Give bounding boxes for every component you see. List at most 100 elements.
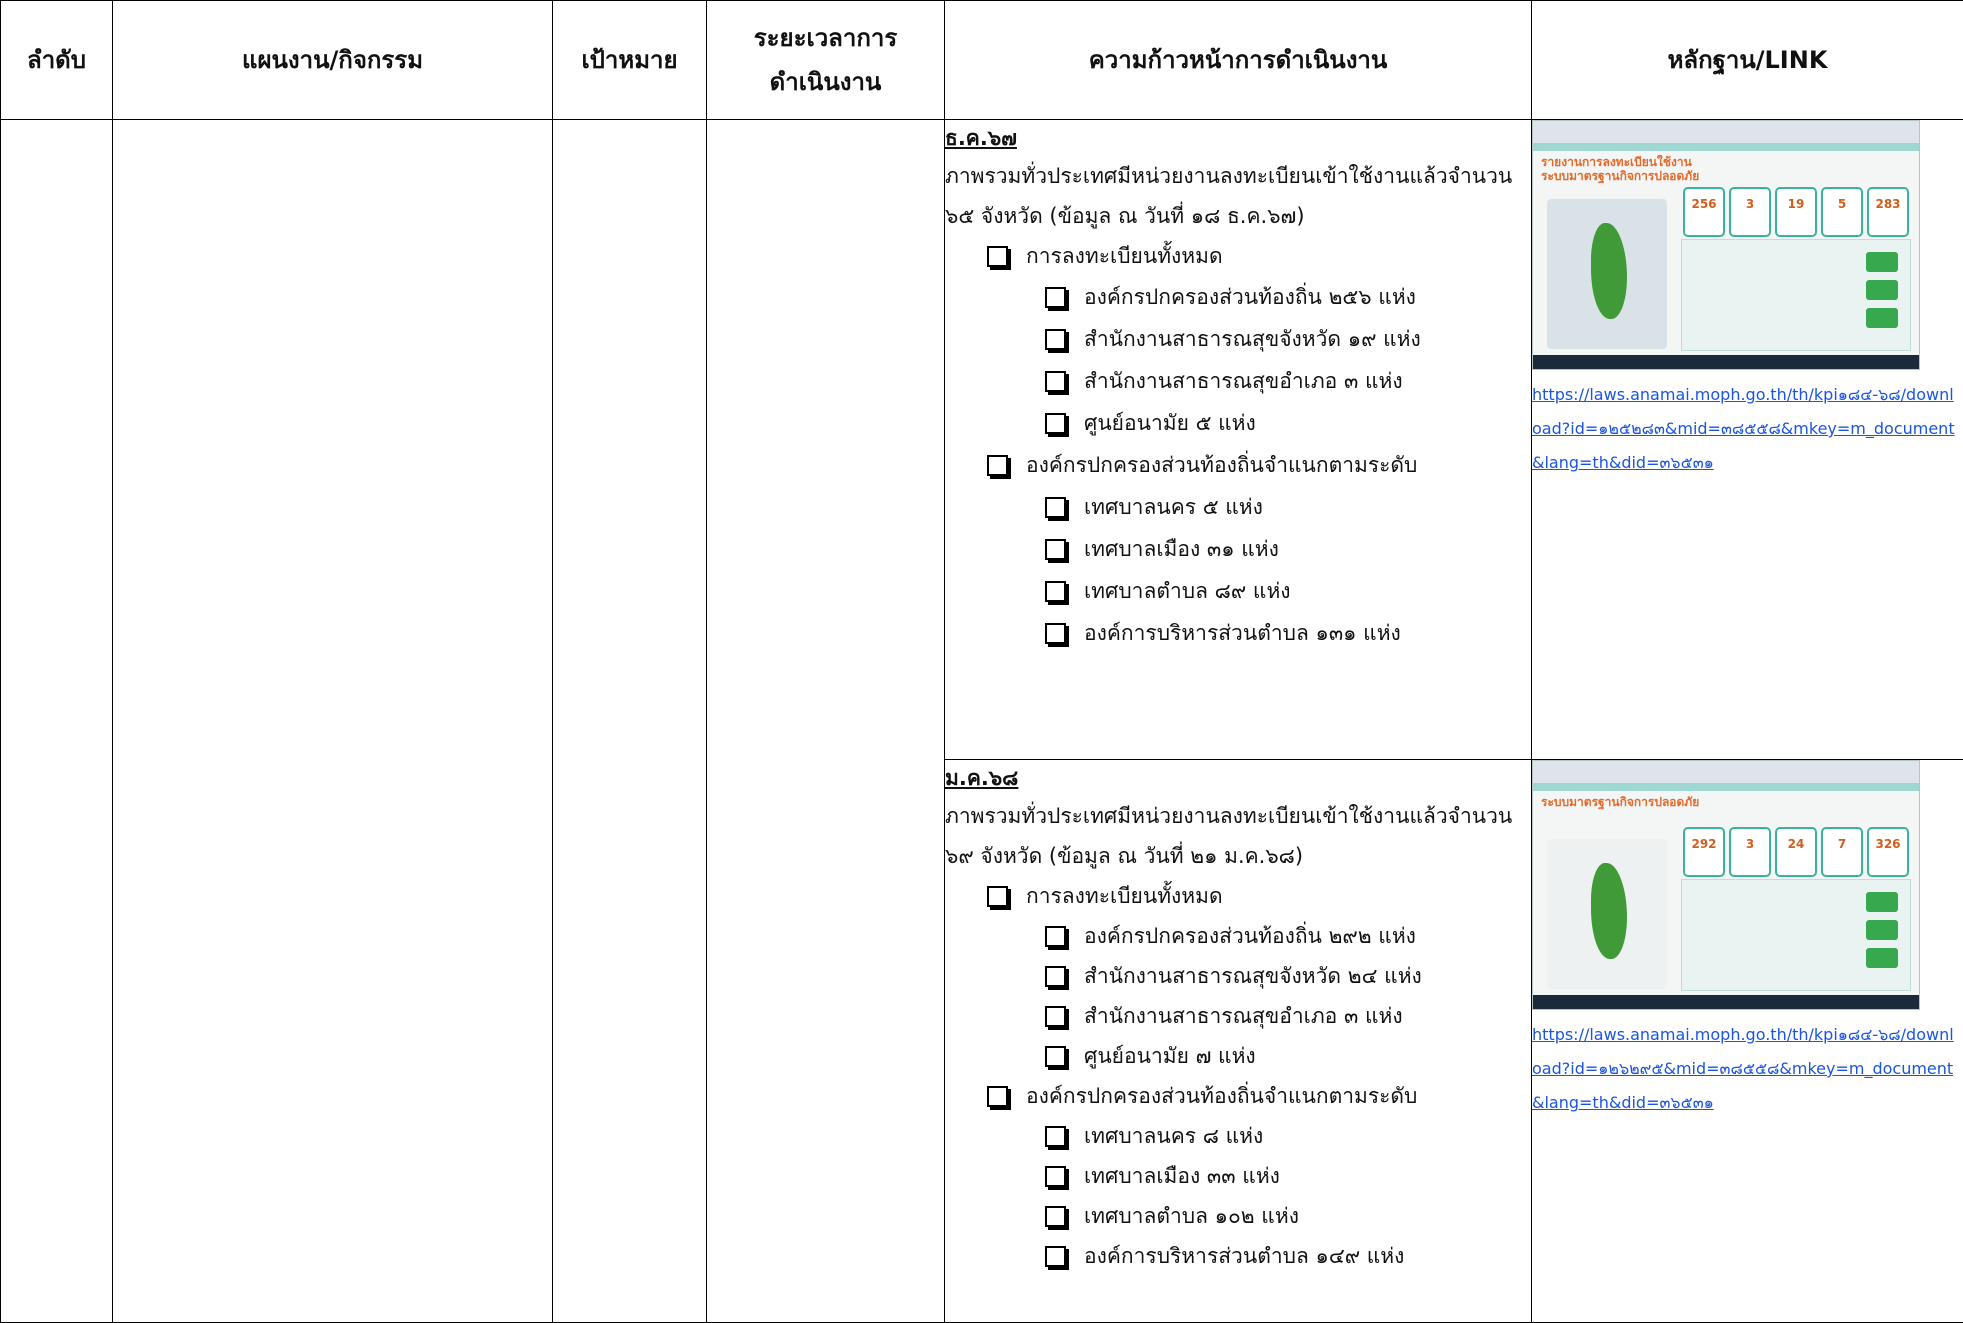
stats-panel — [1681, 879, 1911, 991]
header-strip — [1533, 143, 1919, 151]
taskbar — [1533, 355, 1919, 369]
checkbox-icon[interactable] — [1045, 1205, 1066, 1227]
progress-table: ลำดับ แผนงาน/กิจกรรม เป้าหมาย ระยะเวลากา… — [0, 0, 1963, 1323]
stat-tile: 326 — [1867, 827, 1909, 877]
checkbox-item[interactable]: สำนักงานสาธารณสุขอำเภอ ๓ แห่ง — [945, 360, 1531, 402]
browser-bar — [1533, 121, 1919, 144]
month-heading: ธ.ค.๖๗ — [945, 126, 1017, 150]
header-strip — [1533, 783, 1919, 791]
period-cell — [706, 119, 945, 1323]
taskbar — [1533, 995, 1919, 1009]
stat-tile: 7 — [1821, 827, 1863, 877]
checkbox-label: สำนักงานสาธารณสุขอำเภอ ๓ แห่ง — [1084, 369, 1403, 393]
checkbox-icon[interactable] — [1045, 412, 1066, 434]
checkbox-label: การลงทะเบียนทั้งหมด — [1026, 244, 1223, 268]
status-badge — [1866, 252, 1898, 272]
checkbox-icon[interactable] — [1045, 1245, 1066, 1267]
checkbox-item[interactable]: สำนักงานสาธารณสุขจังหวัด ๒๔ แห่ง — [945, 956, 1531, 996]
dashboard-title: ระบบมาตรฐานกิจการปลอดภัย — [1541, 795, 1699, 809]
checkbox-icon[interactable] — [1045, 965, 1066, 987]
checkbox-icon[interactable] — [1045, 1125, 1066, 1147]
checkbox-icon[interactable] — [1045, 580, 1066, 602]
stat-tile: 283 — [1867, 187, 1909, 237]
checkbox-icon[interactable] — [1045, 1165, 1066, 1187]
checkbox-item[interactable]: เทศบาลนคร ๕ แห่ง — [945, 486, 1531, 528]
status-badge — [1866, 892, 1898, 912]
checkbox-label: เทศบาลเมือง ๓๑ แห่ง — [1084, 537, 1279, 561]
checkbox-item[interactable]: เทศบาลนคร ๘ แห่ง — [945, 1116, 1531, 1156]
checkbox-item[interactable]: การลงทะเบียนทั้งหมด — [945, 236, 1531, 276]
status-badge — [1866, 920, 1898, 940]
checkbox-label: ศูนย์อนามัย ๗ แห่ง — [1084, 1044, 1256, 1068]
checkbox-label: สำนักงานสาธารณสุขอำเภอ ๓ แห่ง — [1084, 1004, 1403, 1028]
checkbox-label: สำนักงานสาธารณสุขจังหวัด ๑๙ แห่ง — [1084, 327, 1421, 351]
stat-tile: 292 — [1683, 827, 1725, 877]
checkbox-icon[interactable] — [987, 454, 1008, 476]
checkbox-icon[interactable] — [987, 1085, 1008, 1107]
checkbox-label: เทศบาลเมือง ๓๓ แห่ง — [1084, 1164, 1280, 1188]
header-period: ระยะเวลาการ ดำเนินงาน — [706, 0, 945, 120]
checkbox-icon[interactable] — [1045, 328, 1066, 350]
checkbox-icon[interactable] — [1045, 538, 1066, 560]
checkbox-item[interactable]: องค์กรปกครองส่วนท้องถิ่นจำแนกตามระดับ — [945, 444, 1531, 486]
stats-panel — [1681, 239, 1911, 351]
checkbox-label: เทศบาลนคร ๕ แห่ง — [1084, 495, 1263, 519]
checkbox-item[interactable]: องค์กรปกครองส่วนท้องถิ่น ๒๕๖ แห่ง — [945, 276, 1531, 318]
order-cell — [0, 119, 113, 1323]
evidence-cell: ระบบมาตรฐานกิจการปลอดภัย 292 3 24 7 326 — [1531, 759, 1963, 1323]
stat-tile: 3 — [1729, 827, 1771, 877]
checkbox-icon[interactable] — [1045, 286, 1066, 308]
header-order: ลำดับ — [0, 0, 113, 120]
checkbox-item[interactable]: องค์การบริหารส่วนตำบล ๑๓๑ แห่ง — [945, 612, 1531, 654]
checkbox-item[interactable]: เทศบาลตำบล ๘๙ แห่ง — [945, 570, 1531, 612]
checkbox-icon[interactable] — [1045, 370, 1066, 392]
checkbox-icon[interactable] — [1045, 622, 1066, 644]
month-heading: ม.ค.๖๘ — [945, 766, 1019, 790]
province-list — [1547, 839, 1667, 989]
checkbox-label: การลงทะเบียนทั้งหมด — [1026, 884, 1223, 908]
checkbox-item[interactable]: เทศบาลเมือง ๓๑ แห่ง — [945, 528, 1531, 570]
checkbox-item[interactable]: องค์กรปกครองส่วนท้องถิ่น ๒๙๒ แห่ง — [945, 916, 1531, 956]
progress-cell: ธ.ค.๖๗ ภาพรวมทั่วประเทศมีหน่วยงานลงทะเบี… — [944, 119, 1532, 760]
stat-tile: 19 — [1775, 187, 1817, 237]
checkbox-label: องค์กรปกครองส่วนท้องถิ่นจำแนกตามระดับ — [1026, 453, 1418, 477]
browser-bar — [1533, 761, 1919, 784]
header-progress: ความก้าวหน้าการดำเนินงาน — [944, 0, 1532, 120]
checkbox-label: องค์กรปกครองส่วนท้องถิ่น ๒๕๖ แห่ง — [1084, 285, 1416, 309]
checkbox-icon[interactable] — [1045, 496, 1066, 518]
checkbox-item[interactable]: การลงทะเบียนทั้งหมด — [945, 876, 1531, 916]
status-badge — [1866, 308, 1898, 328]
dashboard-title: รายงานการลงทะเบียนใช้งาน ระบบมาตรฐานกิจก… — [1541, 155, 1699, 183]
header-plan: แผนงาน/กิจกรรม — [112, 0, 553, 120]
checkbox-label: เทศบาลตำบล ๘๙ แห่ง — [1084, 579, 1291, 603]
checkbox-item[interactable]: องค์การบริหารส่วนตำบล ๑๔๙ แห่ง — [945, 1236, 1531, 1276]
evidence-link[interactable]: https://laws.anamai.moph.go.th/th/kpi๑๘๔… — [1532, 378, 1963, 480]
stat-tile: 5 — [1821, 187, 1863, 237]
summary-text: ภาพรวมทั่วประเทศมีหน่วยงานลงทะเบียนเข้าใ… — [945, 804, 1513, 868]
checkbox-icon[interactable] — [1045, 1005, 1066, 1027]
plan-cell — [112, 119, 553, 1323]
checkbox-item[interactable]: ศูนย์อนามัย ๕ แห่ง — [945, 402, 1531, 444]
header-evidence: หลักฐาน/LINK — [1531, 0, 1963, 120]
checkbox-icon[interactable] — [987, 245, 1008, 267]
stat-tile: 24 — [1775, 827, 1817, 877]
checkbox-label: องค์การบริหารส่วนตำบล ๑๓๑ แห่ง — [1084, 621, 1401, 645]
checkbox-item[interactable]: เทศบาลเมือง ๓๓ แห่ง — [945, 1156, 1531, 1196]
checkbox-label: เทศบาลนคร ๘ แห่ง — [1084, 1124, 1264, 1148]
checkbox-icon[interactable] — [1045, 1045, 1066, 1067]
checkbox-item[interactable]: ศูนย์อนามัย ๗ แห่ง — [945, 1036, 1531, 1076]
checkbox-item[interactable]: เทศบาลตำบล ๑๐๒ แห่ง — [945, 1196, 1531, 1236]
stat-tile: 256 — [1683, 187, 1725, 237]
checkbox-item[interactable]: องค์กรปกครองส่วนท้องถิ่นจำแนกตามระดับ — [945, 1076, 1531, 1116]
checkbox-label: องค์กรปกครองส่วนท้องถิ่น ๒๙๒ แห่ง — [1084, 924, 1416, 948]
header-row: ลำดับ แผนงาน/กิจกรรม เป้าหมาย ระยะเวลากา… — [0, 0, 1963, 120]
checkbox-label: ศูนย์อนามัย ๕ แห่ง — [1084, 411, 1256, 435]
dashboard-title-line2: ระบบมาตรฐานกิจการปลอดภัย — [1541, 169, 1700, 183]
checkbox-item[interactable]: สำนักงานสาธารณสุขอำเภอ ๓ แห่ง — [945, 996, 1531, 1036]
status-badge — [1866, 280, 1898, 300]
checkbox-icon[interactable] — [987, 885, 1008, 907]
evidence-link[interactable]: https://laws.anamai.moph.go.th/th/kpi๑๘๔… — [1532, 1018, 1963, 1120]
header-target: เป้าหมาย — [552, 0, 707, 120]
checkbox-icon[interactable] — [1045, 925, 1066, 947]
checkbox-item[interactable]: สำนักงานสาธารณสุขจังหวัด ๑๙ แห่ง — [945, 318, 1531, 360]
